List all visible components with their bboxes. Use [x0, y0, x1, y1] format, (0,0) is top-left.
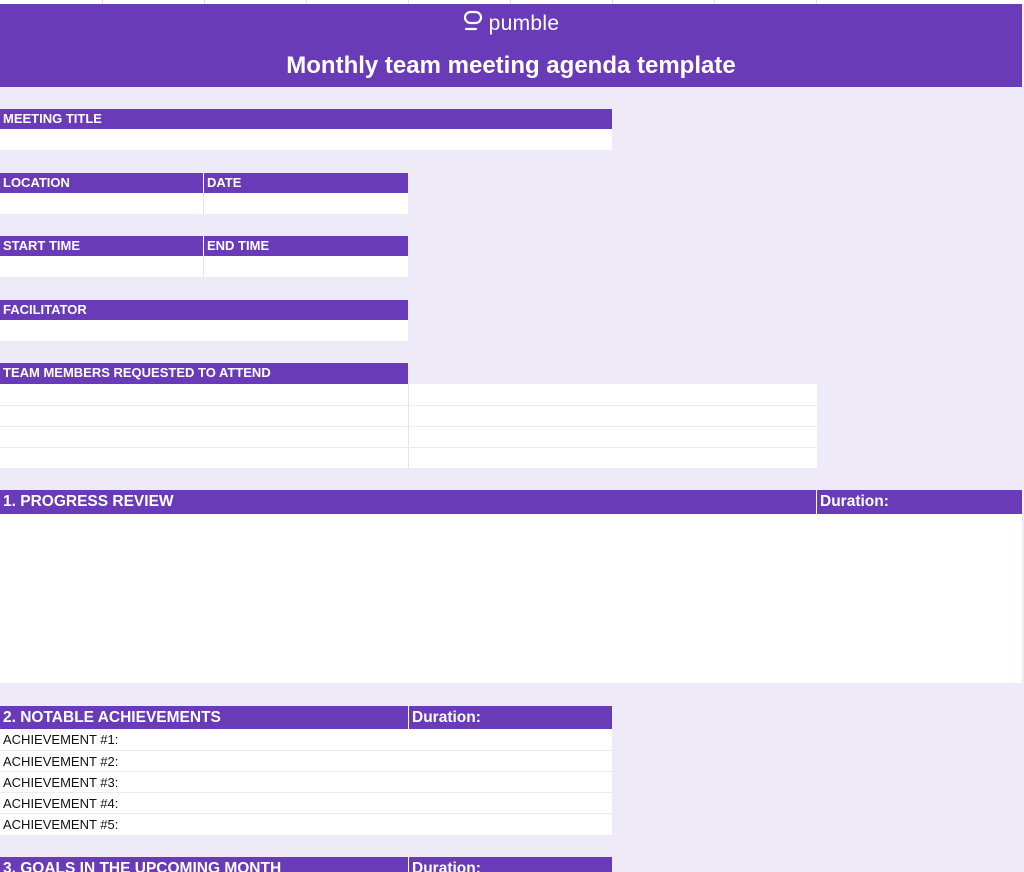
header-banner: pumble Monthly team meeting agenda templ…	[0, 4, 1022, 87]
facilitator-cell[interactable]	[0, 320, 408, 341]
date-header: DATE	[204, 173, 408, 193]
location-header: LOCATION	[0, 173, 203, 193]
row-divider	[0, 426, 817, 427]
achievements-duration: Duration:	[409, 706, 612, 729]
brand-name: pumble	[488, 12, 560, 35]
row-divider	[0, 405, 817, 406]
start-time-cell[interactable]	[0, 256, 203, 277]
progress-review-body[interactable]	[0, 514, 1022, 683]
achievement-item[interactable]: ACHIEVEMENT #2:	[0, 751, 612, 772]
date-cell[interactable]	[204, 193, 408, 214]
end-time-cell[interactable]	[204, 256, 408, 277]
brand-logo: pumble	[0, 10, 1022, 38]
achievement-item[interactable]: ACHIEVEMENT #3:	[0, 772, 612, 793]
meeting-title-cell[interactable]	[0, 129, 612, 150]
achievements-header: 2. NOTABLE ACHIEVEMENTS	[0, 706, 408, 729]
achievement-item[interactable]: ACHIEVEMENT #5:	[0, 814, 612, 835]
end-time-header: END TIME	[204, 236, 408, 256]
team-members-header: TEAM MEMBERS REQUESTED TO ATTEND	[0, 363, 408, 384]
goals-header: 3. GOALS IN THE UPCOMING MONTH	[0, 857, 408, 872]
progress-review-header: 1. PROGRESS REVIEW	[0, 490, 816, 514]
progress-review-duration: Duration:	[817, 490, 1022, 514]
achievement-item[interactable]: ACHIEVEMENT #1:	[0, 729, 612, 750]
page-title: Monthly team meeting agenda template	[286, 52, 736, 79]
pumble-logo-icon	[463, 10, 483, 38]
location-cell[interactable]	[0, 193, 203, 214]
goals-duration: Duration:	[409, 857, 612, 872]
start-time-header: START TIME	[0, 236, 203, 256]
row-divider	[0, 447, 817, 448]
achievement-item[interactable]: ACHIEVEMENT #4:	[0, 793, 612, 814]
facilitator-header: FACILITATOR	[0, 300, 408, 320]
meeting-title-header: MEETING TITLE	[0, 109, 612, 129]
